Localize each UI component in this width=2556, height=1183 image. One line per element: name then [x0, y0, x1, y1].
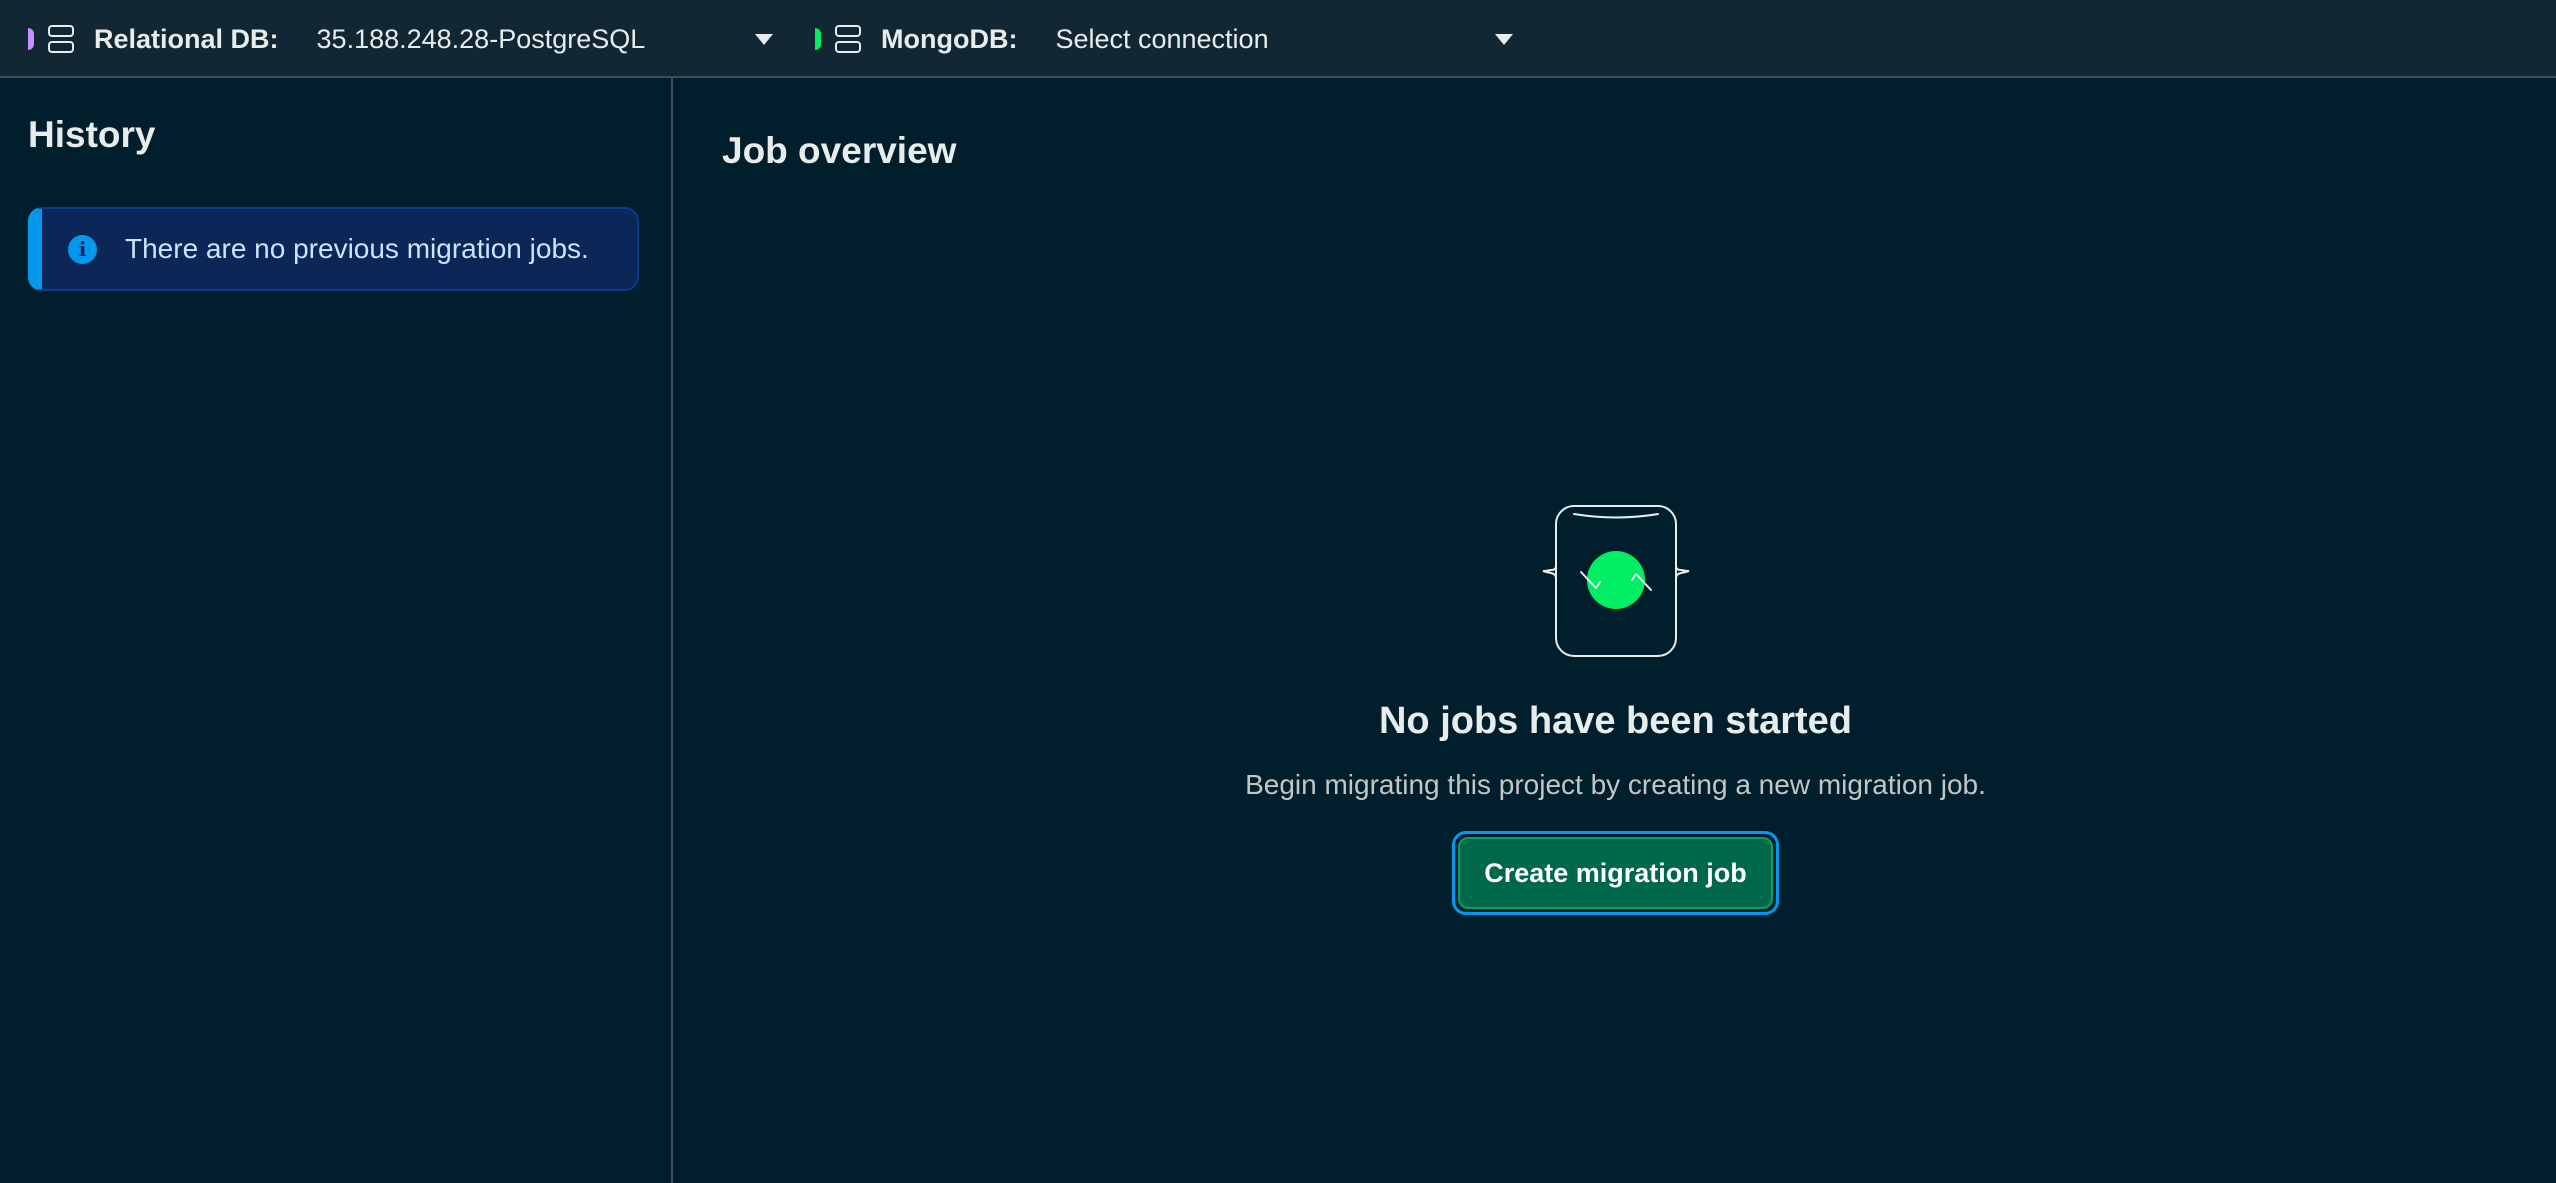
- relational-db-value: 35.188.248.28-PostgreSQL: [316, 23, 646, 54]
- job-overview-panel: Job overview No jobs have been started B…: [675, 78, 2556, 1183]
- info-banner-text: There are no previous migration jobs.: [125, 233, 589, 264]
- relational-db-connection: Relational DB: 35.188.248.28-PostgreSQL: [28, 0, 777, 78]
- empty-state: No jobs have been started Begin migratin…: [675, 504, 2556, 915]
- mongodb-marker: [815, 28, 821, 50]
- create-button-focus-ring: Create migration job: [1452, 831, 1779, 915]
- mongodb-select[interactable]: Select connection: [1055, 24, 1517, 55]
- mongodb-value: Select connection: [1055, 23, 1269, 54]
- info-banner: i There are no previous migration jobs.: [28, 207, 639, 291]
- history-title: History: [28, 114, 156, 155]
- connection-bar: Relational DB: 35.188.248.28-PostgreSQL …: [0, 0, 2556, 78]
- empty-state-description: Begin migrating this project by creating…: [1245, 769, 1986, 800]
- chevron-down-icon: [754, 33, 773, 45]
- mongodb-connection: MongoDB: Select connection: [815, 0, 1517, 78]
- create-migration-job-button[interactable]: Create migration job: [1458, 837, 1773, 909]
- chevron-down-icon: [1495, 33, 1514, 45]
- migration-illustration-icon: [1542, 505, 1689, 657]
- relational-db-label: Relational DB:: [94, 23, 279, 54]
- history-sidebar: History i There are no previous migratio…: [0, 78, 673, 1183]
- relational-db-select[interactable]: 35.188.248.28-PostgreSQL: [317, 24, 777, 55]
- empty-state-title: No jobs have been started: [1378, 700, 1852, 742]
- relational-marker: [28, 28, 34, 50]
- database-icon: [48, 25, 74, 53]
- page-title: Job overview: [722, 130, 957, 171]
- info-icon: i: [68, 234, 97, 264]
- mongodb-label: MongoDB:: [881, 23, 1018, 54]
- database-icon: [835, 25, 861, 53]
